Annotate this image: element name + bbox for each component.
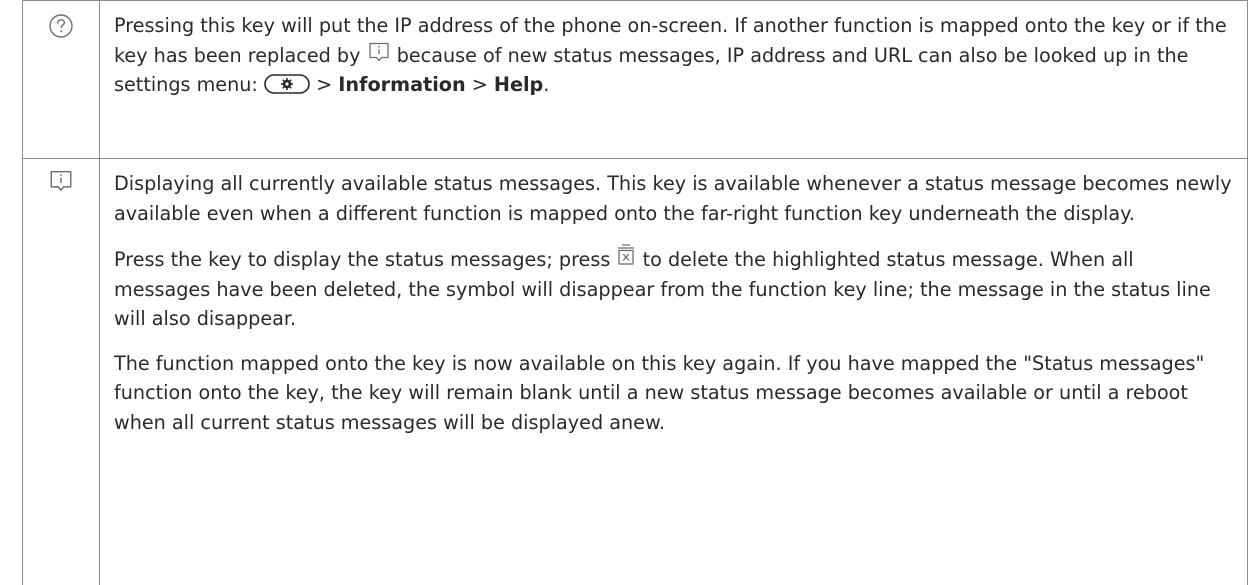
description-cell: Pressing this key will put the IP addres… bbox=[99, 0, 1248, 159]
period-text: . bbox=[543, 73, 550, 96]
settings-key-icon bbox=[264, 74, 310, 94]
function-key-table: Pressing this key will put the IP addres… bbox=[22, 0, 1248, 585]
paragraph: The function mapped onto the key is now … bbox=[114, 351, 1205, 434]
paragraph: Press the key to display the status mess… bbox=[114, 243, 1233, 334]
info-message-icon bbox=[50, 171, 72, 191]
delete-message-icon bbox=[618, 244, 635, 265]
table-row: Pressing this key will put the IP addres… bbox=[22, 0, 1248, 159]
table-row: Displaying all currently available statu… bbox=[22, 158, 1248, 585]
menu-item-help: Help bbox=[493, 73, 544, 96]
description-cell: Displaying all currently available statu… bbox=[99, 158, 1248, 585]
icon-cell bbox=[22, 158, 100, 585]
menu-item-information: Information bbox=[338, 73, 466, 96]
icon-cell bbox=[22, 0, 100, 159]
paragraph-text: Press the key to display the status mess… bbox=[114, 248, 611, 271]
separator-text: > bbox=[465, 73, 494, 96]
paragraph: Pressing this key will put the IP addres… bbox=[114, 11, 1233, 100]
info-message-icon bbox=[368, 42, 389, 61]
help-question-icon bbox=[49, 14, 73, 38]
separator-text: > bbox=[310, 73, 339, 96]
paragraph: Displaying all currently available statu… bbox=[114, 172, 1232, 225]
